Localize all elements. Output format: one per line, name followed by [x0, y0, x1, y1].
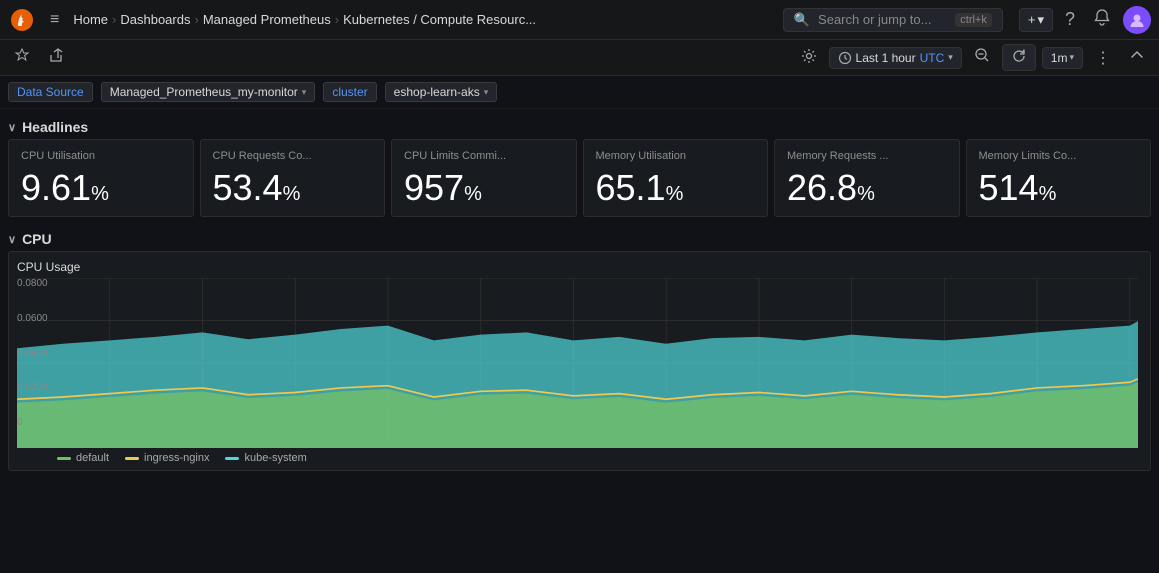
utc-label: UTC [920, 51, 945, 65]
breadcrumb-managed-prometheus[interactable]: Managed Prometheus [203, 12, 331, 27]
metric-card-2: CPU Limits Commi... 957% [391, 139, 577, 217]
chart-title: CPU Usage [17, 260, 1138, 274]
headlines-title: Headlines [22, 119, 88, 135]
data-source-selector[interactable]: Managed_Prometheus_my-monitor ▾ [101, 82, 316, 102]
cpu-caret: ∨ [8, 233, 16, 246]
search-bar[interactable]: 🔍 Search or jump to... ctrl+k [783, 8, 1003, 32]
nav-actions: + ▾ ? [1019, 4, 1151, 35]
user-avatar[interactable] [1123, 6, 1151, 34]
cpu-usage-panel: CPU Usage [8, 251, 1151, 471]
headlines-section-header[interactable]: ∨ Headlines [8, 113, 1151, 139]
content: ∨ Headlines CPU Utilisation 9.61% CPU Re… [0, 109, 1159, 475]
legend-item-ingress-nginx[interactable]: ingress-nginx [125, 452, 209, 464]
legend-color-kube-system [225, 457, 239, 460]
metric-value-4: 26.8% [787, 170, 947, 206]
dashboard-settings-button[interactable] [795, 45, 823, 71]
metric-title-2: CPU Limits Commi... [404, 150, 564, 162]
legend-color-ingress-nginx [125, 457, 139, 460]
toolbar-left [8, 45, 789, 71]
metric-card-5: Memory Limits Co... 514% [966, 139, 1152, 217]
share-button[interactable] [42, 45, 70, 71]
metric-title-4: Memory Requests ... [787, 150, 947, 162]
cluster-selector[interactable]: eshop-learn-aks ▾ [385, 82, 498, 102]
metric-value-3: 65.1% [596, 170, 756, 206]
refresh-button[interactable] [1002, 44, 1036, 71]
metric-card-0: CPU Utilisation 9.61% [8, 139, 194, 217]
legend-label-default: default [76, 452, 109, 464]
metric-title-3: Memory Utilisation [596, 150, 756, 162]
metric-value-5: 514% [979, 170, 1139, 206]
legend-item-default[interactable]: default [57, 452, 109, 464]
more-options-button[interactable]: ⋮ [1089, 44, 1117, 72]
metric-card-4: Memory Requests ... 26.8% [774, 139, 960, 217]
hamburger-menu[interactable]: ≡ [44, 7, 65, 33]
filter-bar: Data Source Managed_Prometheus_my-monito… [0, 76, 1159, 109]
metric-value-2: 957% [404, 170, 564, 206]
cluster-tag: cluster [323, 82, 376, 102]
metric-card-1: CPU Requests Co... 53.4% [200, 139, 386, 217]
y-axis-labels: 0.0800 0.0600 0.0400 0.0200 0 [17, 278, 59, 428]
cpu-section-header[interactable]: ∨ CPU [8, 225, 1151, 251]
legend-color-default [57, 457, 71, 460]
toolbar-right: Last 1 hour UTC ▾ 1m ▾ ⋮ [795, 44, 1151, 72]
legend-item-kube-system[interactable]: kube-system [225, 452, 306, 464]
search-placeholder: Search or jump to... [818, 12, 931, 27]
metric-title-0: CPU Utilisation [21, 150, 181, 162]
legend-label-kube-system: kube-system [244, 452, 306, 464]
cluster-caret: ▾ [484, 87, 489, 98]
data-source-tag: Data Source [8, 82, 93, 102]
time-range-caret: ▾ [948, 52, 953, 63]
interval-label: 1m [1051, 51, 1068, 65]
metrics-grid: CPU Utilisation 9.61% CPU Requests Co...… [8, 139, 1151, 217]
time-range-label: Last 1 hour [856, 51, 916, 65]
top-nav: ≡ Home › Dashboards › Managed Prometheus… [0, 0, 1159, 40]
breadcrumb-dashboards[interactable]: Dashboards [120, 12, 190, 27]
add-panel-button[interactable]: + ▾ [1019, 8, 1053, 32]
search-shortcut: ctrl+k [955, 13, 992, 27]
cpu-title: CPU [22, 231, 52, 247]
breadcrumb: Home › Dashboards › Managed Prometheus ›… [73, 12, 775, 27]
metric-card-3: Memory Utilisation 65.1% [583, 139, 769, 217]
time-range-selector[interactable]: Last 1 hour UTC ▾ [829, 47, 962, 69]
breadcrumb-current: Kubernetes / Compute Resourc... [343, 12, 536, 27]
metric-title-5: Memory Limits Co... [979, 150, 1139, 162]
help-button[interactable]: ? [1059, 5, 1081, 34]
metric-title-1: CPU Requests Co... [213, 150, 373, 162]
app-logo[interactable] [8, 6, 36, 34]
star-button[interactable] [8, 45, 36, 71]
breadcrumb-home[interactable]: Home [73, 12, 108, 27]
data-source-caret: ▾ [302, 87, 307, 98]
zoom-out-button[interactable] [968, 44, 996, 71]
headlines-caret: ∨ [8, 121, 16, 134]
chart-area: 13:00 13:05 13:10 13:15 13:20 13:25 13:3… [17, 278, 1138, 448]
refresh-interval-selector[interactable]: 1m ▾ [1042, 47, 1083, 69]
metric-value-1: 53.4% [213, 170, 373, 206]
metric-value-0: 9.61% [21, 170, 181, 206]
legend-label-ingress-nginx: ingress-nginx [144, 452, 209, 464]
search-icon: 🔍 [794, 12, 810, 28]
data-source-value: Managed_Prometheus_my-monitor [110, 85, 298, 99]
notifications-button[interactable] [1087, 4, 1117, 35]
collapse-button[interactable] [1123, 44, 1151, 71]
toolbar: Last 1 hour UTC ▾ 1m ▾ ⋮ [0, 40, 1159, 76]
interval-caret: ▾ [1069, 52, 1074, 63]
cluster-value: eshop-learn-aks [394, 85, 480, 99]
chart-legend: default ingress-nginx kube-system [17, 448, 1138, 466]
